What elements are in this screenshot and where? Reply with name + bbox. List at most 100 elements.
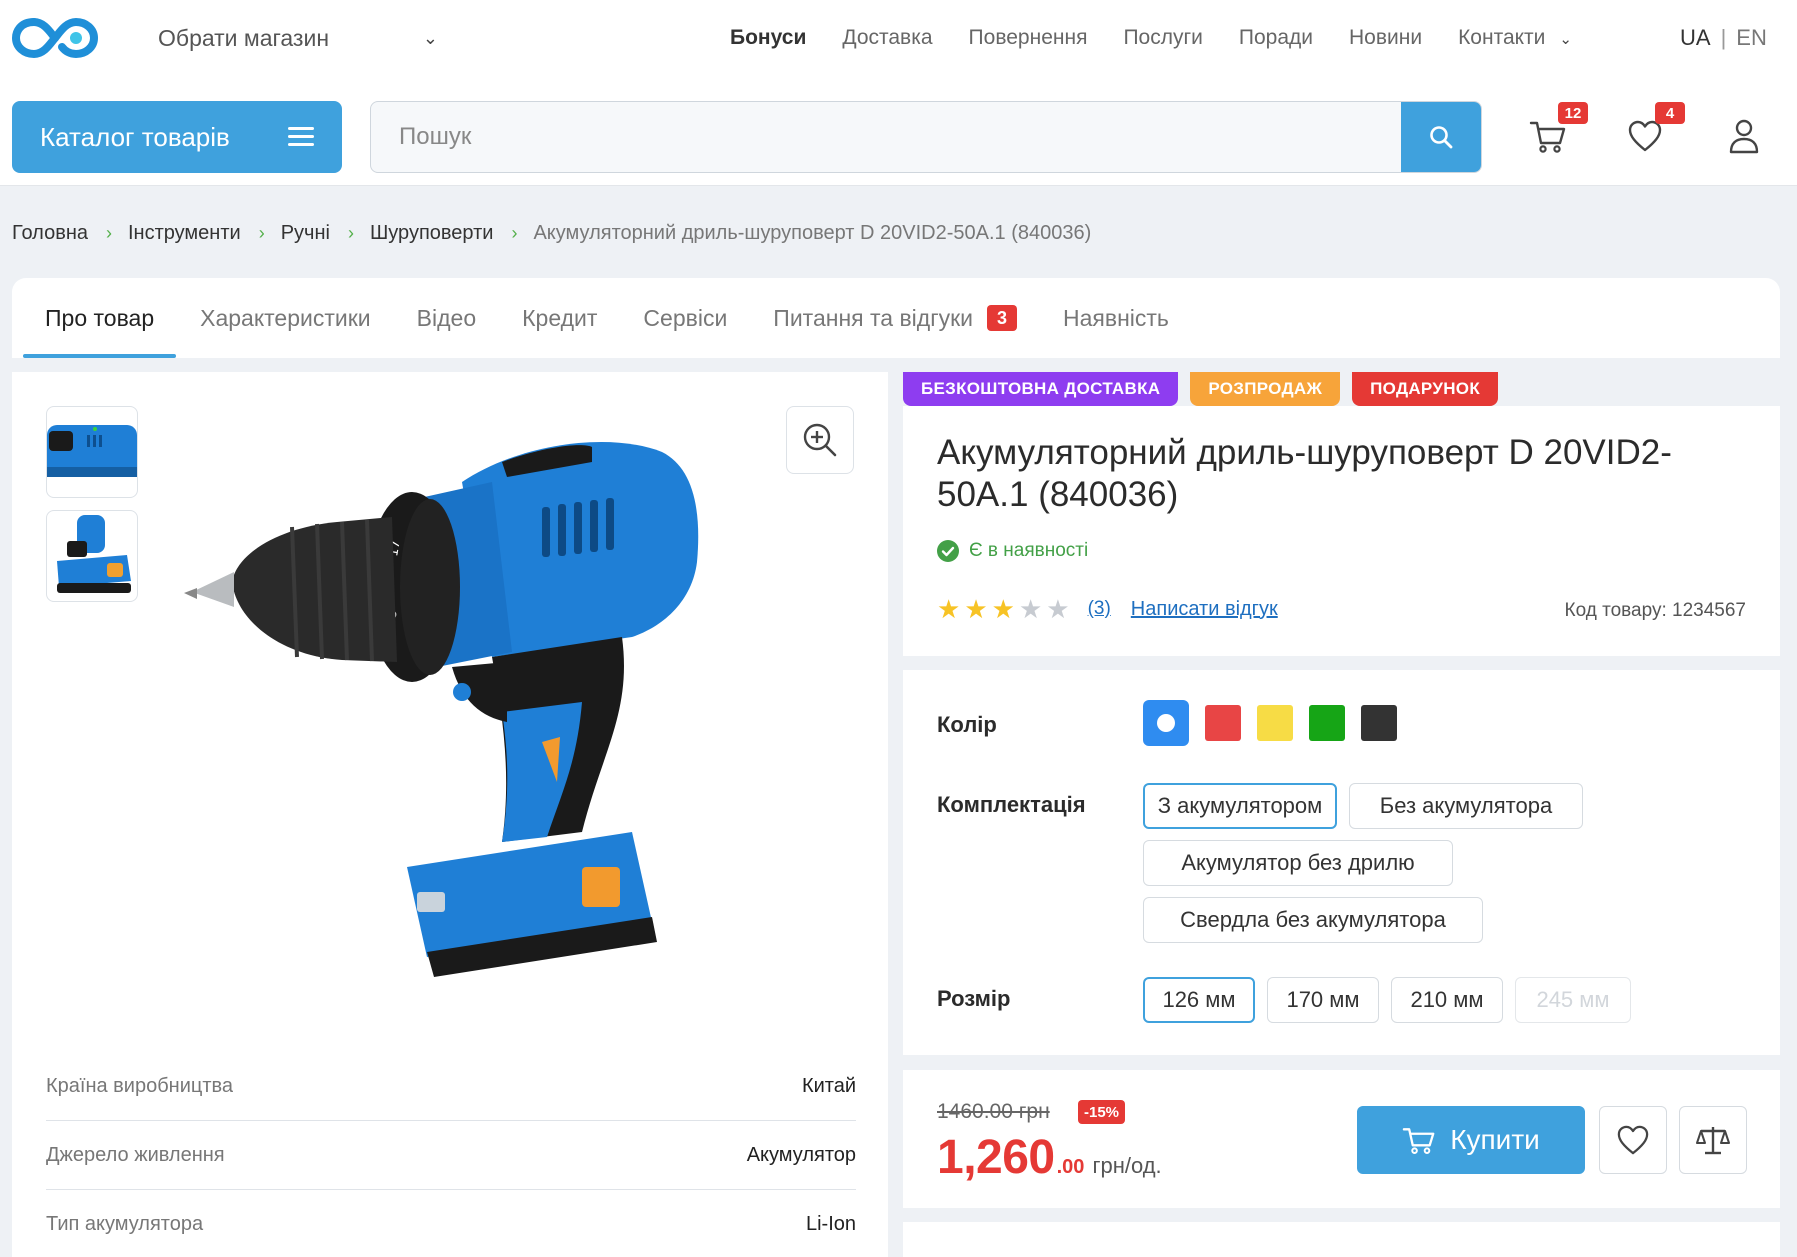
chevron-down-icon: ⌄: [1559, 31, 1572, 48]
spec-key: Тип акумулятора: [46, 1212, 204, 1235]
nav-contacts-label: Контакти: [1458, 26, 1546, 49]
zoom-in-icon: [803, 423, 837, 457]
tab-questions-reviews-label: Питання та відгуки: [773, 304, 973, 331]
nav-returns[interactable]: Повернення: [969, 26, 1088, 50]
breadcrumb: Головна › Інструменти › Ручні › Шурупове…: [12, 218, 1091, 248]
write-review-link[interactable]: Написати відгук: [1131, 598, 1278, 621]
spec-row: Країна виробництва Китай: [46, 1052, 856, 1121]
nav-news[interactable]: Новини: [1349, 26, 1422, 50]
current-price: 1,260 .00 грн/од.: [937, 1130, 1162, 1185]
drill-top-thumbnail: [47, 425, 137, 477]
spec-value: Акумулятор: [746, 1143, 856, 1166]
kit-option-without-battery[interactable]: Без акумулятора: [1349, 783, 1583, 829]
color-swatch-blue[interactable]: [1143, 700, 1189, 746]
old-price: 1460.00 грн: [937, 1100, 1050, 1123]
gift-label: ПОДАРУНОК: [1352, 372, 1498, 406]
price-unit: грн/од.: [1092, 1153, 1162, 1178]
chevron-right-icon: ›: [347, 222, 354, 243]
star-icon: ★: [964, 594, 988, 624]
zoom-button[interactable]: [786, 406, 854, 474]
spec-row: Тип акумулятора Li-Ion: [46, 1190, 856, 1257]
price-block: 1460.00 грн -15% 1,260 .00 грн/од. Купит…: [903, 1070, 1780, 1208]
lang-divider: |: [1720, 25, 1727, 50]
user-icon: [1729, 119, 1759, 154]
reviews-count-link[interactable]: (3): [1088, 598, 1111, 620]
kit-option-battery-only[interactable]: Акумулятор без дрилю: [1143, 840, 1453, 886]
tab-video[interactable]: Відео: [417, 278, 476, 358]
product-title: Акумуляторний дриль-шуруповерт D 20VID2-…: [937, 433, 1672, 514]
lang-ua[interactable]: UA: [1680, 25, 1711, 51]
top-nav: Бонуси Доставка Повернення Послуги Порад…: [730, 20, 1572, 56]
tab-questions-reviews[interactable]: Питання та відгуки 3: [773, 278, 1017, 358]
logo[interactable]: [12, 14, 98, 62]
lang-en[interactable]: EN: [1736, 25, 1767, 51]
product-sku: Код товару: 1234567: [1564, 600, 1746, 621]
cart-button[interactable]: 12: [1522, 102, 1588, 162]
buy-button-label: Купити: [1450, 1124, 1540, 1155]
menu-icon: [288, 127, 314, 147]
size-option-170[interactable]: 170 мм: [1267, 977, 1379, 1023]
color-swatch-red[interactable]: [1205, 705, 1241, 741]
kit-option-drill-bits[interactable]: Свердла без акумулятора: [1143, 897, 1483, 943]
tab-services[interactable]: Сервіси: [643, 278, 727, 358]
price-decimal: .00: [1056, 1156, 1085, 1178]
breadcrumb-screwdrivers[interactable]: Шуруповерти: [370, 222, 494, 245]
product-summary: Акумуляторний дриль-шуруповерт D 20VID2-…: [903, 406, 1780, 656]
kit-option-with-battery[interactable]: З акумулятором: [1143, 783, 1337, 829]
breadcrumb-hand[interactable]: Ручні: [281, 222, 330, 245]
breadcrumb-tools[interactable]: Інструменти: [128, 222, 241, 245]
language-switcher: UA | EN: [1680, 20, 1767, 56]
cart-icon: [1402, 1128, 1435, 1154]
gallery-thumb-2[interactable]: [46, 510, 138, 602]
search-bar: [370, 101, 1482, 173]
tab-credit[interactable]: Кредит: [522, 278, 597, 358]
nav-delivery[interactable]: Доставка: [842, 26, 932, 50]
stock-status: Є в наявності: [937, 540, 1088, 562]
compare-button[interactable]: [1679, 1106, 1747, 1174]
catalog-button[interactable]: Каталог товарів: [12, 101, 342, 173]
catalog-button-label: Каталог товарів: [40, 121, 230, 152]
chevron-right-icon: ›: [106, 222, 112, 243]
chevron-down-icon: ⌄: [422, 27, 438, 48]
tab-availability[interactable]: Наявність: [1063, 278, 1169, 358]
nav-tips[interactable]: Поради: [1239, 26, 1313, 50]
star-icon: ★: [937, 594, 961, 624]
scales-icon: [1696, 1127, 1730, 1155]
chevron-right-icon: ›: [258, 222, 265, 243]
tab-specs[interactable]: Характеристики: [200, 278, 371, 358]
color-swatch-yellow[interactable]: [1257, 705, 1293, 741]
spec-key: Країна виробництва: [46, 1074, 234, 1097]
size-option-126[interactable]: 126 мм: [1143, 977, 1255, 1023]
tab-about[interactable]: Про товар: [22, 278, 177, 358]
drill-base-thumbnail: [57, 515, 131, 593]
nav-services[interactable]: Послуги: [1123, 26, 1202, 50]
add-to-wishlist-button[interactable]: [1599, 1106, 1667, 1174]
search-icon: [1430, 126, 1453, 149]
breadcrumb-home[interactable]: Головна: [12, 222, 88, 245]
search-button[interactable]: [1401, 102, 1481, 172]
wishlist-button[interactable]: 4: [1619, 102, 1685, 162]
size-option-210[interactable]: 210 мм: [1391, 977, 1503, 1023]
product-labels: БЕЗКОШТОВНА ДОСТАВКА РОЗПРОДАЖ ПОДАРУНОК: [903, 372, 1498, 406]
spec-value: Китай: [801, 1074, 856, 1097]
store-select[interactable]: Обрати магазин ⌄: [158, 20, 438, 56]
search-input[interactable]: [371, 102, 1401, 172]
spec-row: Джерело живлення Акумулятор: [46, 1121, 856, 1190]
check-circle-icon: [937, 540, 959, 562]
color-swatch-green[interactable]: [1309, 705, 1345, 741]
buy-button[interactable]: Купити: [1357, 1106, 1585, 1174]
next-section: [903, 1222, 1780, 1257]
free-delivery-label: БЕЗКОШТОВНА ДОСТАВКА: [903, 372, 1179, 406]
star-icon: ★: [991, 594, 1015, 624]
color-swatch-black[interactable]: [1361, 705, 1397, 741]
star-icon: ★: [1018, 594, 1043, 624]
nav-bonuses[interactable]: Бонуси: [730, 26, 806, 50]
breadcrumb-current: Акумуляторний дриль-шуруповерт D 20VID2-…: [533, 221, 1092, 244]
size-option-245: 245 мм: [1515, 977, 1631, 1023]
gallery-thumb-1[interactable]: [46, 406, 138, 498]
store-select-label: Обрати магазин: [158, 24, 330, 51]
nav-contacts[interactable]: Контакти ⌄: [1458, 26, 1572, 50]
color-swatches: [1143, 700, 1397, 746]
discount-badge: -15%: [1078, 1100, 1126, 1124]
account-button[interactable]: [1718, 110, 1770, 162]
